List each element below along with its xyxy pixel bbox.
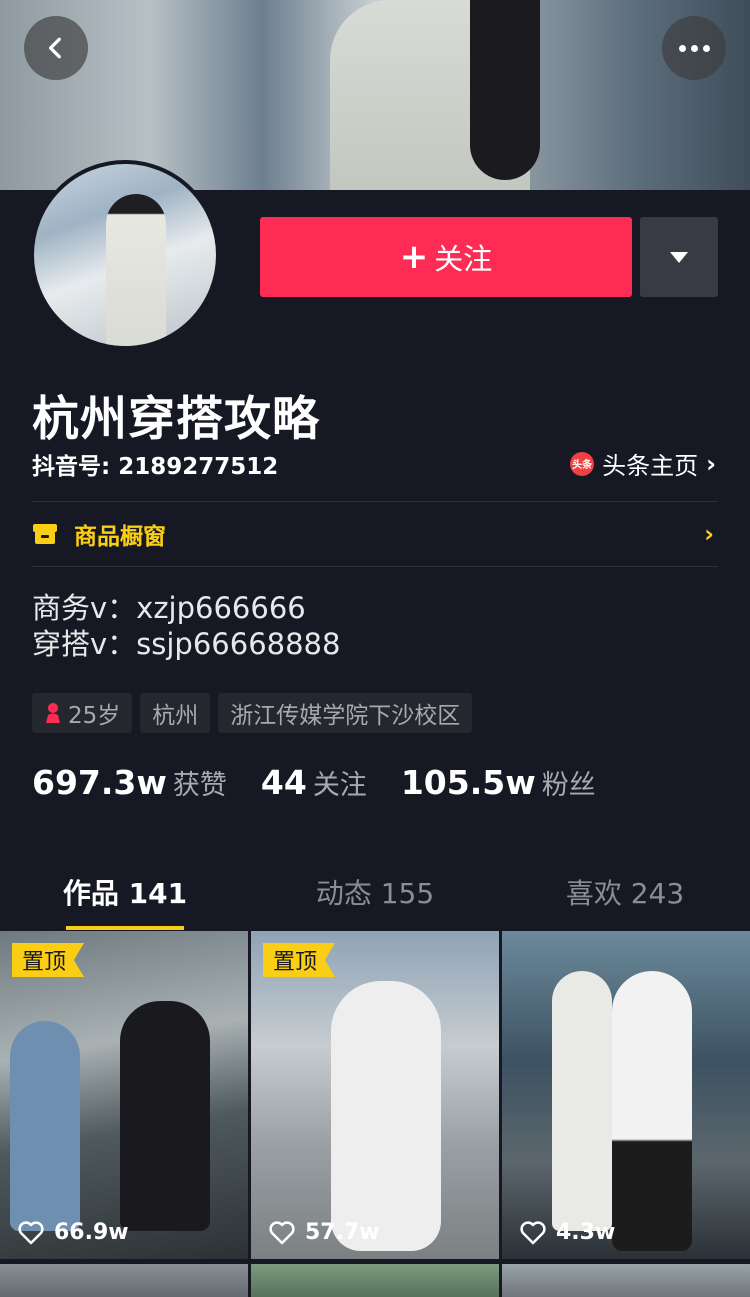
- city-label: 杭州: [152, 703, 199, 729]
- follow-button[interactable]: + 关注: [260, 217, 632, 297]
- chevron-right-icon: ›: [706, 449, 716, 478]
- follow-label: 关注: [434, 242, 493, 276]
- shop-window-label: 商品橱窗: [74, 524, 166, 550]
- video-likes: 66.9w: [18, 1220, 129, 1245]
- plus-icon: +: [399, 237, 429, 277]
- video-likes-count: 4.3w: [556, 1220, 616, 1245]
- content-tabs: 作品 141 动态 155 喜欢 243: [0, 862, 750, 930]
- back-arrow-icon: [48, 37, 61, 59]
- school-label: 浙江传媒学院下沙校区: [230, 703, 461, 729]
- video-likes: 57.7w: [269, 1220, 380, 1245]
- tab-works[interactable]: 作品 141: [0, 862, 250, 930]
- more-dot: [702, 44, 710, 52]
- likes-stat: 697.3w 获赞: [32, 763, 227, 802]
- video-thumbnail[interactable]: [0, 1264, 248, 1297]
- video-likes-count: 57.7w: [305, 1220, 380, 1245]
- pinned-badge: 置顶: [263, 943, 336, 977]
- divider: [32, 566, 718, 567]
- following-stat[interactable]: 44 关注: [261, 763, 367, 802]
- more-button[interactable]: [662, 16, 726, 80]
- female-icon: [46, 703, 60, 723]
- video-grid: 置顶 66.9w 置顶 57.7w 4.3w: [0, 931, 750, 1297]
- pinned-badge: 置顶: [12, 943, 85, 977]
- video-thumbnail[interactable]: 4.3w: [502, 931, 750, 1259]
- likes-label: 获赞: [172, 770, 227, 801]
- video-likes-count: 66.9w: [54, 1220, 129, 1245]
- thumb-figure: [612, 971, 692, 1251]
- cover-hair: [470, 0, 540, 180]
- heart-icon: [18, 1220, 44, 1244]
- following-label: 关注: [312, 770, 367, 801]
- bio: 商务v：xzjp666666 穿搭v：ssjp66668888: [32, 590, 340, 662]
- douyin-id: 抖音号: 2189277512: [32, 454, 279, 480]
- city-tag: 杭州: [140, 693, 211, 733]
- shop-window-row[interactable]: 商品橱窗 ›: [32, 502, 718, 566]
- thumb-figure: [120, 1001, 210, 1231]
- profile-name: 杭州穿搭攻略: [32, 392, 320, 447]
- video-thumbnail[interactable]: 置顶 57.7w: [251, 931, 499, 1259]
- profile-tags: 25岁 杭州 浙江传媒学院下沙校区: [32, 693, 473, 733]
- tab-likes[interactable]: 喜欢 243: [500, 862, 750, 930]
- shop-icon: [33, 524, 57, 544]
- heart-icon: [269, 1220, 295, 1244]
- bio-line: 商务v：xzjp666666: [32, 591, 306, 625]
- more-dot: [690, 44, 698, 52]
- bio-line: 穿搭v：ssjp66668888: [32, 627, 341, 661]
- chevron-right-icon: ›: [704, 520, 714, 548]
- tab-activity[interactable]: 动态 155: [250, 862, 500, 930]
- toutiao-homepage-link[interactable]: 头条 头条主页 ›: [570, 446, 716, 481]
- avatar[interactable]: [30, 160, 220, 350]
- fans-label: 粉丝: [541, 770, 596, 801]
- school-tag: 浙江传媒学院下沙校区: [218, 693, 473, 733]
- back-button[interactable]: [24, 16, 88, 80]
- caret-down-icon: [670, 251, 688, 263]
- more-dots-icon: [678, 44, 686, 52]
- thumb-figure: [331, 981, 441, 1251]
- video-thumbnail[interactable]: 置顶 66.9w: [0, 931, 248, 1259]
- recommend-dropdown-button[interactable]: [640, 217, 718, 297]
- thumb-figure: [10, 1021, 80, 1231]
- age-label: 25岁: [68, 703, 121, 729]
- toutiao-icon: 头条: [570, 451, 595, 476]
- toutiao-label: 头条主页: [602, 452, 699, 480]
- video-thumbnail[interactable]: [251, 1264, 499, 1297]
- profile-stats: 697.3w 获赞 44 关注 105.5w 粉丝: [32, 763, 630, 802]
- video-thumbnail[interactable]: [502, 1264, 750, 1297]
- fans-count: 105.5w: [400, 763, 536, 802]
- following-count: 44: [260, 763, 307, 802]
- avatar-person: [106, 194, 166, 346]
- thumb-figure: [552, 971, 612, 1231]
- fans-stat[interactable]: 105.5w 粉丝: [401, 763, 596, 802]
- likes-count: 697.3w: [32, 763, 167, 802]
- video-likes: 4.3w: [520, 1220, 615, 1245]
- age-tag: 25岁: [32, 693, 133, 733]
- heart-icon: [520, 1220, 546, 1244]
